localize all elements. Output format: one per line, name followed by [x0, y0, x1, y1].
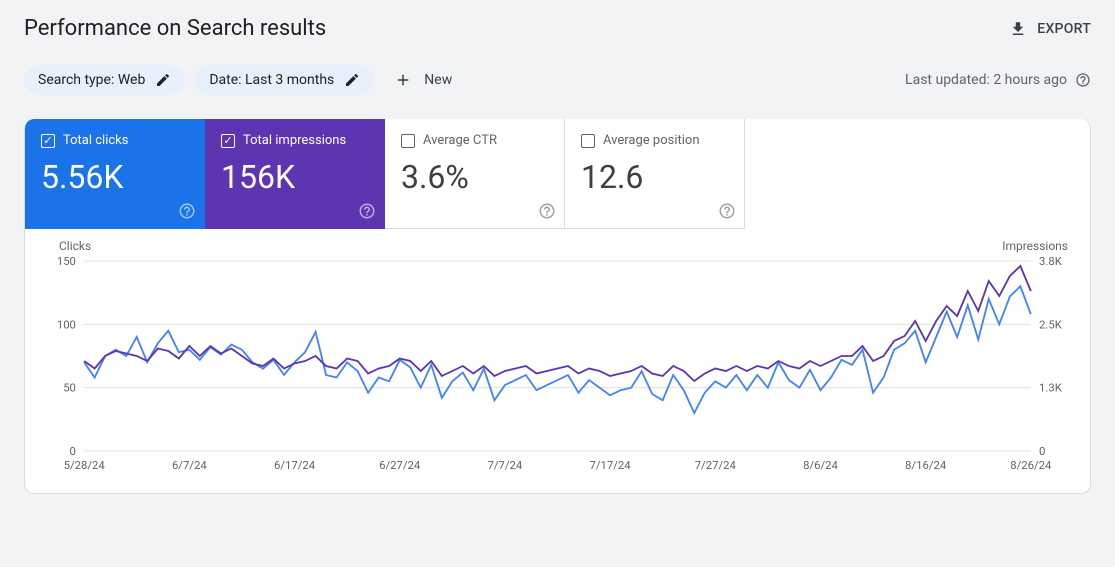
- tile-value: 156K: [221, 158, 368, 196]
- tile-average-position[interactable]: Average position 12.6: [565, 119, 745, 229]
- filter-search-type[interactable]: Search type: Web: [24, 65, 185, 95]
- svg-text:0: 0: [70, 445, 76, 458]
- tile-label: Average CTR: [423, 133, 497, 148]
- export-label: EXPORT: [1037, 21, 1091, 37]
- filter-search-type-label: Search type: Web: [38, 72, 145, 88]
- tile-value: 12.6: [581, 158, 728, 196]
- svg-text:100: 100: [57, 318, 76, 331]
- performance-card: Total clicks 5.56K Total impressions 156…: [24, 119, 1091, 494]
- checkbox-icon: [401, 134, 415, 148]
- help-icon[interactable]: [358, 202, 376, 220]
- y-right-axis-label: Impressions: [1002, 239, 1068, 253]
- last-updated-text: Last updated: 2 hours ago: [905, 72, 1067, 88]
- page-title: Performance on Search results: [24, 16, 326, 41]
- svg-text:8/16/24: 8/16/24: [905, 459, 947, 472]
- svg-text:1.3K: 1.3K: [1039, 382, 1062, 395]
- svg-text:0: 0: [1039, 445, 1045, 458]
- tile-average-ctr[interactable]: Average CTR 3.6%: [385, 119, 565, 229]
- help-icon[interactable]: [538, 202, 556, 220]
- tile-label: Total clicks: [63, 133, 128, 148]
- y-left-axis-label: Clicks: [59, 239, 91, 253]
- add-filter-label: New: [424, 72, 452, 88]
- svg-text:5/28/24: 5/28/24: [64, 459, 106, 472]
- add-filter-button[interactable]: New: [384, 65, 462, 95]
- filter-date[interactable]: Date: Last 3 months: [195, 65, 374, 95]
- help-icon[interactable]: [178, 202, 196, 220]
- svg-text:6/27/24: 6/27/24: [379, 459, 421, 472]
- checkbox-icon: [581, 134, 595, 148]
- svg-text:6/17/24: 6/17/24: [274, 459, 316, 472]
- line-chart: 0 0 50 1.3K 100 2.5K 150 3.8K 5/28/24 6/7/24 6/17/…: [43, 255, 1072, 475]
- tile-total-impressions[interactable]: Total impressions 156K: [205, 119, 385, 229]
- svg-text:6/7/24: 6/7/24: [172, 459, 208, 472]
- svg-text:7/17/24: 7/17/24: [590, 459, 632, 472]
- svg-text:150: 150: [57, 255, 76, 268]
- plus-icon: [394, 71, 412, 89]
- svg-text:2.5K: 2.5K: [1039, 318, 1062, 331]
- checkbox-icon: [221, 134, 235, 148]
- svg-text:7/7/24: 7/7/24: [488, 459, 524, 472]
- filter-date-label: Date: Last 3 months: [209, 72, 334, 88]
- svg-text:50: 50: [63, 382, 76, 395]
- download-icon: [1009, 20, 1027, 38]
- pencil-icon: [155, 72, 171, 88]
- svg-text:8/26/24: 8/26/24: [1010, 459, 1052, 472]
- pencil-icon: [344, 72, 360, 88]
- help-icon[interactable]: [718, 202, 736, 220]
- export-button[interactable]: EXPORT: [1009, 20, 1091, 38]
- tile-value: 5.56K: [41, 158, 188, 196]
- help-icon[interactable]: [1075, 72, 1091, 88]
- checkbox-icon: [41, 134, 55, 148]
- svg-text:7/27/24: 7/27/24: [695, 459, 737, 472]
- tile-label: Total impressions: [243, 133, 346, 148]
- last-updated: Last updated: 2 hours ago: [905, 72, 1091, 88]
- tile-label: Average position: [603, 133, 700, 148]
- svg-text:8/6/24: 8/6/24: [803, 459, 839, 472]
- svg-text:3.8K: 3.8K: [1039, 255, 1062, 268]
- tile-value: 3.6%: [401, 158, 548, 196]
- chart-area: Clicks Impressions 0 0 50 1.3K 100 2.5K 150 3.8…: [25, 229, 1090, 493]
- tile-total-clicks[interactable]: Total clicks 5.56K: [25, 119, 205, 229]
- metric-tiles: Total clicks 5.56K Total impressions 156…: [25, 119, 1090, 229]
